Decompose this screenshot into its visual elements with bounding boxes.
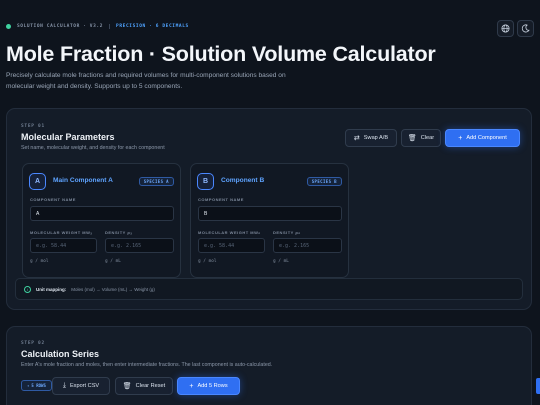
component-name-input[interactable]: A [30, 206, 174, 221]
component-name-label: COMPONENT NAME [198, 197, 244, 202]
clear-reset-button[interactable]: 🗑 Clear Reset [115, 377, 173, 395]
badge-divider [109, 24, 111, 29]
density-label: DENSITY ρₙ [273, 230, 301, 235]
export-csv-button[interactable]: ⤓ Export CSV [52, 377, 110, 395]
side-scroll-tab[interactable] [536, 378, 540, 394]
row-count-badge: ✦ 5 ROWS [21, 380, 52, 391]
section-subtitle: Set name, molecular weight, and density … [21, 145, 165, 151]
molecular-weight-label: MOLECULAR WEIGHT MWₐ [30, 230, 93, 235]
page-subtitle: Precisely calculate mole fractions and r… [6, 72, 286, 90]
add-component-button[interactable]: + Add Component [445, 129, 520, 147]
clear-label: Clear [420, 135, 435, 141]
theme-toggle-button[interactable] [517, 20, 534, 37]
component-name-label: COMPONENT NAME [30, 197, 76, 202]
row-count-label: 5 ROWS [31, 383, 46, 388]
step-label: STEP 01 [21, 124, 45, 129]
component-card-a: A Main Component A SPECIES A COMPONENT N… [22, 163, 181, 278]
molecular-weight-input[interactable]: e.g. 58.44 [30, 238, 97, 253]
molecular-weight-label: MOLECULAR WEIGHT MWₙ [198, 230, 261, 235]
component-title: Main Component A [53, 177, 113, 184]
trash-icon: 🗑 [122, 383, 132, 390]
calculation-series-panel: STEP 02 Calculation Series Enter A's mol… [6, 326, 532, 405]
header-badges: SOLUTION CALCULATOR · V3.2 PRECISION · 6… [6, 24, 189, 29]
language-button[interactable] [497, 20, 514, 37]
moon-icon [521, 24, 530, 33]
add-component-label: Add Component [466, 135, 507, 141]
precision-badge: PRECISION · 6 DECIMALS [116, 24, 189, 29]
sparkle-icon: ✦ [27, 383, 30, 388]
molecular-weight-unit: g / mol [198, 259, 217, 264]
unit-mapping-bar: i Unit mapping: Moles (mol) → Volume (mL… [15, 278, 523, 300]
unit-mapping-text: Moles (mol) → Volume (mL) → Weight (g) [71, 286, 155, 292]
export-csv-label: Export CSV [69, 383, 100, 389]
component-card-b: B Component B SPECIES B COMPONENT NAME B… [190, 163, 349, 278]
add-rows-button[interactable]: + Add 5 Rows [177, 377, 240, 395]
download-icon: ⤓ [62, 382, 66, 389]
section-title: Molecular Parameters [21, 132, 115, 142]
globe-icon [501, 24, 510, 33]
page-title: Mole Fraction · Solution Volume Calculat… [6, 42, 436, 66]
component-letter-badge: A [29, 173, 46, 190]
species-badge: SPECIES B [306, 177, 342, 186]
swap-icon: ⇄ [353, 135, 360, 142]
clear-button[interactable]: 🗑 Clear [401, 129, 441, 147]
plus-icon: + [458, 134, 463, 142]
swap-label: Swap A/B [363, 135, 389, 141]
clear-reset-label: Clear Reset [135, 383, 166, 389]
density-unit: g / mL [273, 259, 289, 264]
component-name-input[interactable]: B [198, 206, 342, 221]
species-badge: SPECIES A [138, 177, 174, 186]
density-unit: g / mL [105, 259, 121, 264]
density-label: DENSITY ρₐ [105, 230, 133, 235]
trash-icon: 🗑 [407, 135, 417, 142]
version-badge: SOLUTION CALCULATOR · V3.2 [17, 24, 104, 29]
plus-icon: + [189, 382, 194, 390]
add-rows-label: Add 5 Rows [197, 383, 228, 389]
section-title: Calculation Series [21, 349, 100, 359]
density-input[interactable]: e.g. 2.165 [105, 238, 174, 253]
unit-mapping-label: Unit mapping: [36, 286, 67, 292]
component-letter-badge: B [197, 173, 214, 190]
section-subtitle: Enter A's mole fraction and moles, then … [21, 362, 273, 368]
status-dot [6, 24, 11, 29]
info-icon: i [24, 285, 31, 293]
swap-button[interactable]: ⇄ Swap A/B [345, 129, 397, 147]
molecular-weight-input[interactable]: e.g. 58.44 [198, 238, 265, 253]
step-label: STEP 02 [21, 341, 45, 346]
component-title: Component B [221, 177, 265, 184]
molecular-weight-unit: g / mol [30, 259, 49, 264]
density-input[interactable]: e.g. 2.165 [273, 238, 342, 253]
